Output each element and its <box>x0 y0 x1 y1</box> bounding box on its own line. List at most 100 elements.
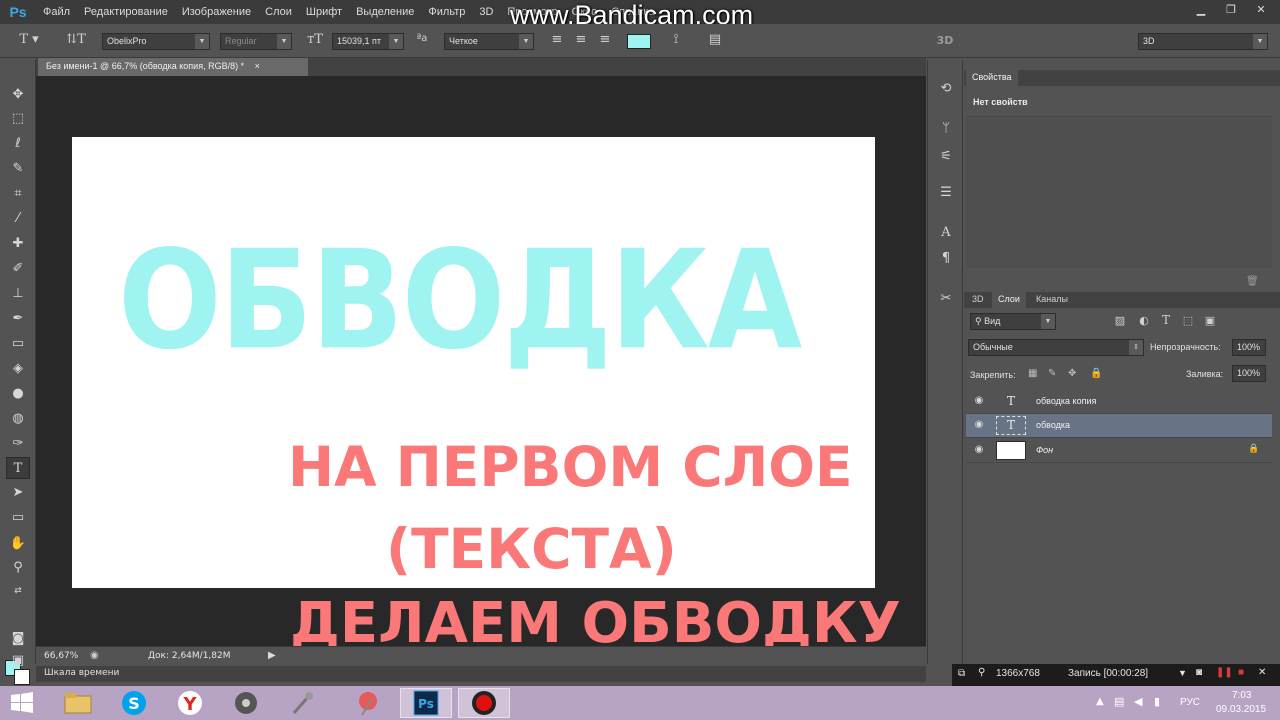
character-panel-icon[interactable]: ▤ <box>705 32 725 47</box>
battery-icon[interactable]: ▮ <box>1154 695 1160 708</box>
stamp-tool-icon[interactable]: ⊥ <box>6 283 30 305</box>
menu-file[interactable]: Файл <box>36 6 77 18</box>
skype-taskbar-icon[interactable]: S <box>108 688 160 718</box>
anti-alias-select[interactable]: Четкое ▼ <box>444 33 534 50</box>
restore-icon[interactable]: ❐ <box>1216 0 1246 18</box>
eye-icon[interactable]: ◉ <box>972 395 986 409</box>
menu-select[interactable]: Выделение <box>349 6 421 18</box>
status-menu-arrow-icon[interactable]: ▶ <box>268 650 276 661</box>
stop-icon[interactable]: ■ <box>1238 667 1244 678</box>
lock-transparency-icon[interactable]: ▦ <box>1028 368 1037 379</box>
lasso-tool-icon[interactable]: ℓ <box>6 133 30 155</box>
layer-filter-select[interactable]: ⚲ Вид ▼ <box>970 313 1056 330</box>
eyedropper-tool-icon[interactable]: ⁄ <box>6 208 30 230</box>
type-tool-preset-icon[interactable]: T ▾ <box>18 32 40 47</box>
workspace-select[interactable]: 3D ▼ <box>1138 33 1268 50</box>
tab-layers[interactable]: Слои <box>992 292 1026 308</box>
volume-icon[interactable]: ◀ <box>1134 695 1142 708</box>
tab-channels[interactable]: Каналы <box>1030 292 1074 308</box>
blur-tool-icon[interactable]: ● <box>6 383 30 405</box>
menu-filter[interactable]: Фильтр <box>421 6 472 18</box>
layer-row[interactable]: ◉ T обводка <box>966 414 1272 438</box>
filter-type-icon[interactable]: T <box>1158 313 1174 327</box>
menu-layers[interactable]: Слои <box>258 6 299 18</box>
close-window-icon[interactable]: ✕ <box>1246 0 1276 18</box>
rectangle-tool-icon[interactable]: ▭ <box>6 507 30 529</box>
bandicam-taskbar-icon[interactable] <box>458 688 510 718</box>
marquee-tool-icon[interactable]: ⬚ <box>6 108 30 130</box>
font-style-select[interactable]: Regular ▼ <box>220 33 292 50</box>
paint-tool-taskbar-icon[interactable] <box>342 688 394 718</box>
filter-pixel-icon[interactable]: ▨ <box>1112 314 1128 327</box>
brush-tool-icon[interactable]: ✐ <box>6 258 30 280</box>
blend-mode-select[interactable]: Обычные ⇕ <box>968 339 1144 356</box>
adjustments-panel-icon[interactable]: ⚟ <box>934 146 958 168</box>
quick-mask-icon[interactable]: ◙ <box>6 628 30 650</box>
history-brush-tool-icon[interactable]: ✒ <box>6 308 30 330</box>
filter-adjustment-icon[interactable]: ◐ <box>1136 314 1152 327</box>
swap-colors-icon[interactable]: ⇄ <box>6 580 30 602</box>
hand-tool-icon[interactable]: ✋ <box>6 533 30 555</box>
text-color-swatch[interactable] <box>627 34 651 49</box>
filter-smart-object-icon[interactable]: ▣ <box>1202 314 1218 327</box>
photoshop-taskbar-icon[interactable]: Ps <box>400 688 452 718</box>
layer-row[interactable]: ◉ Фон 🔒 <box>966 439 1272 463</box>
screen-mode-icon[interactable]: ▣ <box>6 650 30 672</box>
path-select-tool-icon[interactable]: ➤ <box>6 482 30 504</box>
zoom-level[interactable]: 66,67% <box>44 651 78 661</box>
share-icon[interactable]: ◉ <box>90 650 99 661</box>
brush-panel-icon[interactable]: ᛘ <box>934 118 958 140</box>
toggle-text-orientation-icon[interactable]: ⇅T <box>66 32 86 47</box>
windows-start-icon[interactable] <box>10 692 34 714</box>
clock-date[interactable]: 09.03.2015 <box>1216 704 1266 715</box>
layer-row[interactable]: ◉ T обводка копия <box>966 390 1272 414</box>
tool-presets-icon[interactable]: ✂ <box>934 288 958 310</box>
paragraph-panel-icon[interactable]: ¶ <box>934 248 958 270</box>
crop-tool-icon[interactable]: ⌗ <box>6 183 30 205</box>
close-tab-icon[interactable]: × <box>255 61 260 71</box>
explorer-taskbar-icon[interactable] <box>52 688 104 718</box>
eraser-tool-icon[interactable]: ▭ <box>6 333 30 355</box>
bandicam-menu-icon[interactable]: ▼ <box>1178 668 1187 678</box>
move-tool-icon[interactable]: ✥ <box>6 84 30 106</box>
pause-icon[interactable]: ❚❚ <box>1216 667 1233 678</box>
font-family-select[interactable]: ObelixPro ▼ <box>102 33 210 50</box>
menu-edit[interactable]: Редактирование <box>77 6 175 18</box>
paint-bucket-tool-icon[interactable]: ◈ <box>6 358 30 380</box>
network-icon[interactable]: ▤ <box>1114 695 1124 708</box>
language-indicator[interactable]: РУС <box>1180 697 1200 708</box>
menu-3d[interactable]: 3D <box>472 6 500 18</box>
dodge-tool-icon[interactable]: ◍ <box>6 408 30 430</box>
lock-pixels-icon[interactable]: ✎ <box>1048 368 1056 379</box>
zoom-tool-icon[interactable]: ⚲ <box>6 557 30 579</box>
align-right-icon[interactable]: ≡ <box>596 32 614 47</box>
lock-position-icon[interactable]: ✥ <box>1068 368 1076 379</box>
minimize-icon[interactable]: ▁ <box>1186 0 1216 18</box>
clock-time[interactable]: 7:03 <box>1232 690 1251 701</box>
type-tool-icon[interactable]: T <box>6 457 30 479</box>
menu-type[interactable]: Шрифт <box>299 6 349 18</box>
opacity-field[interactable]: 100% <box>1232 339 1266 356</box>
align-center-icon[interactable]: ≡ <box>572 32 590 47</box>
camera-icon[interactable]: ◙ <box>1196 667 1202 678</box>
quick-select-tool-icon[interactable]: ✎ <box>6 158 30 180</box>
yandex-browser-taskbar-icon[interactable]: Y <box>164 688 216 718</box>
bandicam-zoom-icon[interactable]: ⚲ <box>978 667 985 678</box>
pen-tool-icon[interactable]: ✑ <box>6 433 30 455</box>
lock-all-icon[interactable]: 🔒 <box>1090 368 1102 379</box>
document-tab[interactable]: Без имени-1 @ 66,7% (обводка копия, RGB/… <box>38 58 308 76</box>
timeline-panel-tab[interactable]: Шкала времени <box>36 666 926 682</box>
character-panel-strip-icon[interactable]: A <box>934 222 958 244</box>
warp-text-icon[interactable]: ⟟ <box>666 32 686 47</box>
align-left-icon[interactable]: ≡ <box>548 32 566 47</box>
fill-field[interactable]: 100% <box>1232 365 1266 382</box>
eye-icon[interactable]: ◉ <box>972 419 986 433</box>
history-panel-icon[interactable]: ⟲ <box>934 78 958 100</box>
font-size-select[interactable]: 15039,1 пт ▼ <box>332 33 404 50</box>
healing-brush-tool-icon[interactable]: ✚ <box>6 233 30 255</box>
bandicam-screen-icon[interactable]: ⧉ <box>958 668 965 679</box>
eye-icon[interactable]: ◉ <box>972 444 986 458</box>
tab-3d[interactable]: 3D <box>966 292 990 308</box>
microphone-taskbar-icon[interactable] <box>276 688 328 718</box>
media-taskbar-icon[interactable] <box>220 688 272 718</box>
